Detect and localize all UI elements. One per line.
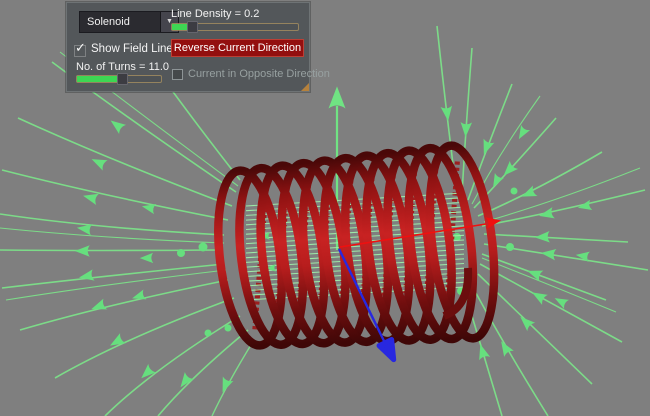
field-arrowhead	[516, 313, 535, 332]
turns-label: No. of Turns = 11.0	[76, 61, 169, 73]
field-arrowhead	[519, 185, 537, 201]
field-arrowhead	[78, 269, 95, 283]
field-line	[484, 168, 640, 222]
turns-slider[interactable]	[76, 75, 162, 83]
checkmark-icon: ✓	[74, 43, 86, 55]
field-arrowhead	[489, 173, 504, 190]
field-arrowhead	[478, 139, 494, 157]
field-line	[482, 190, 645, 226]
field-arrowhead	[107, 116, 126, 134]
field-arrowhead	[540, 247, 556, 260]
field-line	[0, 228, 224, 243]
field-line	[468, 84, 512, 200]
field-arrowhead	[529, 287, 548, 304]
opposite-direction-label: Current in Opposite Direction	[188, 68, 330, 80]
field-line	[484, 234, 628, 242]
coil-turn	[420, 142, 503, 342]
checkmark-glyph: ✓	[75, 40, 86, 56]
field-arrowhead	[140, 253, 154, 264]
reverse-current-button[interactable]: Reverse Current Direction	[171, 39, 304, 57]
field-arrowhead	[535, 231, 550, 243]
opposite-direction-checkbox: Current in Opposite Direction	[172, 67, 330, 81]
show-field-lines-checkbox[interactable]: ✓ Show Field Lines	[74, 41, 179, 57]
field-arrowhead	[475, 343, 490, 361]
checkbox-empty-icon	[172, 69, 183, 80]
line-density-label: Line Density = 0.2	[171, 8, 259, 20]
control-panel: Solenoid ▼ Line Density = 0.2 ✓ Show Fie…	[66, 2, 310, 92]
field-line	[480, 264, 622, 342]
field-arrowhead	[75, 245, 90, 257]
coil-turn	[399, 145, 482, 343]
field-arrowhead	[107, 333, 126, 350]
field-line	[18, 118, 232, 206]
field-line	[0, 214, 224, 235]
field-line	[0, 250, 222, 251]
show-field-lines-label: Show Field Lines	[91, 43, 179, 55]
field-line	[20, 280, 228, 330]
field-line	[482, 258, 616, 312]
field-line	[212, 340, 254, 416]
turns-slider-thumb[interactable]	[117, 73, 128, 85]
model-dropdown-value: Solenoid	[87, 12, 130, 32]
field-arrowhead	[514, 125, 530, 142]
field-arrowhead	[441, 106, 454, 122]
line-density-slider[interactable]	[171, 23, 299, 31]
line-density-slider-thumb[interactable]	[187, 21, 198, 33]
turns-slider-fill	[77, 76, 120, 82]
model-dropdown[interactable]: Solenoid ▼	[79, 11, 179, 33]
field-line	[2, 170, 228, 220]
panel-resize-handle[interactable]	[301, 83, 309, 91]
field-arrowhead	[552, 294, 569, 309]
solenoid-coil	[209, 142, 503, 349]
field-arrowhead	[460, 122, 472, 138]
